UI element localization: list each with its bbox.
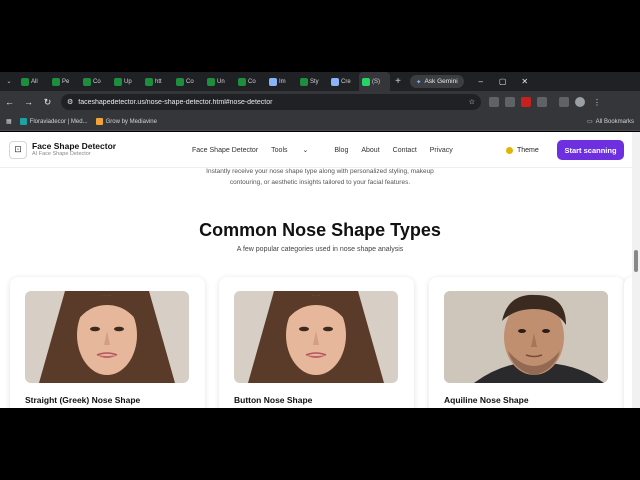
extensions-puzzle-icon[interactable] — [537, 97, 547, 107]
tab-favicon-icon — [207, 77, 215, 86]
chevron-down-icon: ⌄ — [6, 79, 12, 85]
tab-favicon-icon — [238, 77, 246, 86]
logo-icon[interactable]: ⊡ — [9, 140, 27, 159]
all-bookmarks-button[interactable]: ▭ All Bookmarks — [586, 118, 634, 126]
browser-tab[interactable]: Im — [266, 72, 297, 91]
extension-icon[interactable] — [505, 97, 515, 107]
nav-item-tools[interactable]: Tools ⌄ — [271, 146, 321, 154]
site-info-icon[interactable]: ⚙ — [67, 98, 73, 106]
tab-favicon-icon — [331, 77, 339, 86]
minimize-icon[interactable]: – — [470, 77, 492, 86]
tab-bar: ⌄ All Pe Co Up htt Co Un Co Im Sty Cre (S) + ✦ Ask … — [0, 72, 640, 91]
browser-tab[interactable]: Up — [111, 72, 142, 91]
tab-favicon-icon — [52, 77, 60, 86]
tab-favicon-icon — [145, 77, 153, 86]
browser-tab[interactable]: Co — [235, 72, 266, 91]
profile-avatar[interactable] — [575, 97, 585, 107]
maximize-icon[interactable]: ▢ — [492, 77, 514, 86]
tab-favicon-icon — [114, 77, 122, 86]
browser-tab[interactable]: Pe — [49, 72, 80, 91]
brand-name: Face Shape Detector — [32, 140, 117, 151]
address-bar-row: ← → ↻ ⚙ faceshapedetector.us/nose-shape-… — [0, 91, 640, 113]
folder-icon: ▭ — [586, 119, 593, 125]
new-tab-button[interactable]: + — [390, 72, 406, 91]
nav-item-contact[interactable]: Contact — [393, 147, 417, 154]
close-window-icon[interactable]: ✕ — [514, 77, 536, 86]
nose-type-card[interactable]: Aquiline Nose Shape — [429, 277, 624, 408]
portrait-image — [444, 291, 608, 383]
browser-tab[interactable]: Un — [204, 72, 235, 91]
brand[interactable]: Face Shape Detector AI Face Shape Detect… — [32, 140, 117, 158]
section-title: Common Nose Shape Types — [199, 220, 441, 240]
card-title: Aquiline Nose Shape — [444, 395, 529, 405]
nav-item-privacy[interactable]: Privacy — [430, 147, 453, 154]
site-header: ⊡ Face Shape Detector AI Face Shape Dete… — [0, 132, 640, 168]
gemini-icon: ✦ — [416, 78, 422, 86]
nose-type-card[interactable]: Straight (Greek) Nose Shape — [10, 277, 205, 408]
tab-list-button[interactable]: ⌄ — [0, 72, 18, 91]
browser-tab[interactable]: (S) — [359, 72, 390, 91]
portrait-image — [234, 291, 398, 383]
section-subtitle: A few popular categories used in nose sh… — [236, 246, 404, 253]
tab-favicon-icon — [21, 77, 29, 86]
tab-favicon-icon — [362, 77, 370, 86]
extension-icon[interactable] — [521, 97, 531, 107]
bookmark-favicon-icon — [19, 118, 27, 125]
tab-favicon-icon — [300, 77, 308, 86]
card-title: Straight (Greek) Nose Shape — [25, 395, 141, 405]
tab-favicon-icon — [176, 77, 184, 86]
ask-gemini-button[interactable]: ✦ Ask Gemini — [410, 75, 464, 88]
forward-icon[interactable]: → — [19, 97, 38, 107]
page-viewport: ⊡ Face Shape Detector AI Face Shape Dete… — [0, 132, 640, 408]
menu-icon[interactable]: ⋮ — [593, 98, 601, 107]
window-controls: – ▢ ✕ — [470, 77, 536, 86]
back-icon[interactable]: ← — [0, 97, 19, 107]
bookmarks-bar: ▦ Floraviadecor | Med... Grow by Mediavin… — [0, 113, 640, 131]
extension-icon[interactable] — [559, 97, 569, 107]
url-field[interactable]: ⚙ faceshapedetector.us/nose-shape-detect… — [61, 94, 481, 110]
bookmark-star-icon[interactable]: ☆ — [469, 98, 475, 106]
browser-tab[interactable]: Co — [80, 72, 111, 91]
start-scanning-button[interactable]: Start scanning — [557, 140, 624, 160]
browser-tab[interactable]: Cre — [328, 72, 359, 91]
nav-item-about[interactable]: About — [361, 147, 379, 154]
bookmark-item[interactable]: Floraviadecor | Med... — [19, 118, 88, 125]
browser-tab[interactable]: Co — [173, 72, 204, 91]
scrollbar[interactable] — [632, 132, 640, 408]
intro-text: Instantly receive your nose shape type a… — [206, 168, 434, 186]
reload-icon[interactable]: ↻ — [38, 97, 57, 108]
tab-favicon-icon — [269, 77, 277, 86]
chevron-down-icon: ⌄ — [302, 147, 309, 154]
scrollbar-thumb[interactable] — [634, 250, 638, 272]
brand-tagline: AI Face Shape Detector — [32, 151, 91, 157]
bookmark-favicon-icon — [95, 118, 103, 125]
sun-icon — [506, 146, 513, 154]
nav-item-blog[interactable]: Blog — [334, 147, 348, 154]
extension-icon[interactable] — [489, 97, 499, 107]
bookmark-item[interactable]: Grow by Mediavine — [95, 118, 157, 125]
nose-type-card[interactable]: Button Nose Shape — [219, 277, 414, 408]
browser-tab[interactable]: All — [18, 72, 49, 91]
browser-tab[interactable]: htt — [142, 72, 173, 91]
nav-item-face-shape-detector[interactable]: Face Shape Detector — [192, 147, 258, 154]
main-nav: Face Shape Detector Tools ⌄ Blog About C… — [192, 132, 466, 168]
theme-toggle[interactable]: Theme — [506, 142, 539, 158]
card-title: Button Nose Shape — [234, 395, 313, 405]
portrait-image — [25, 291, 189, 383]
browser-tab[interactable]: Sty — [297, 72, 328, 91]
tab-favicon-icon — [83, 77, 91, 86]
